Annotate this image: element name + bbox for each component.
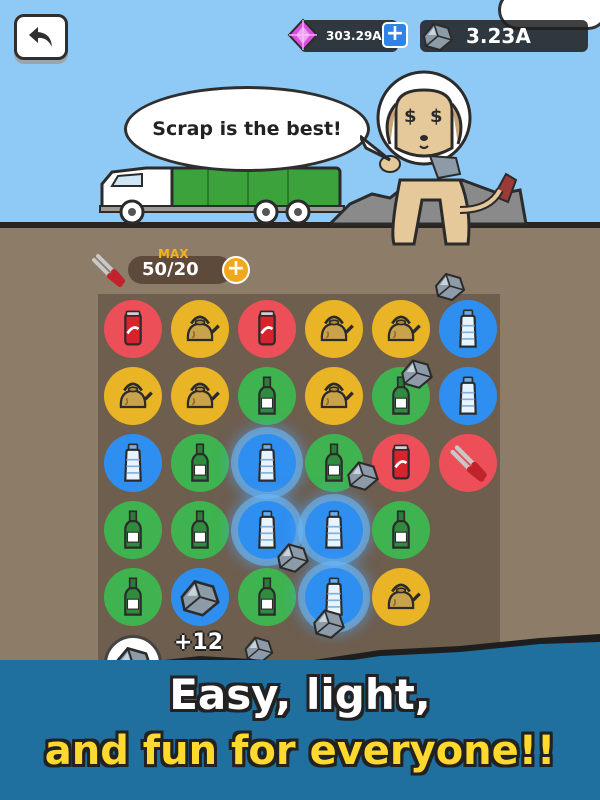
energy-value: 50/20 (142, 259, 199, 280)
tile-water-bottle[interactable] (439, 367, 497, 425)
flying-scrap-icon (342, 454, 384, 496)
kettle-icon (312, 307, 356, 351)
water-bottle-icon (111, 441, 155, 485)
energy-max-label: MAX (158, 247, 189, 261)
green-bottle-icon (178, 508, 222, 552)
speech-bubble: Scrap is the best! (124, 86, 370, 172)
tile-kettle[interactable] (171, 367, 229, 425)
tile-kettle[interactable] (372, 300, 430, 358)
tile-soda-can[interactable] (104, 300, 162, 358)
tongs-icon (88, 250, 128, 290)
tile-scrap-metal[interactable] (171, 568, 229, 626)
water-bottle-icon (312, 508, 356, 552)
svg-text:$: $ (430, 106, 443, 127)
green-bottle-icon (245, 374, 289, 418)
kettle-icon (312, 374, 356, 418)
green-bottle-icon (178, 441, 222, 485)
tile-green-bottle[interactable] (104, 568, 162, 626)
tongs-icon (446, 441, 490, 485)
water-bottle-icon (446, 374, 490, 418)
tile-kettle[interactable] (305, 300, 363, 358)
tile-green-bottle[interactable] (171, 434, 229, 492)
soda-can-icon (245, 307, 289, 351)
tile-water-bottle[interactable] (238, 434, 296, 492)
add-gems-button[interactable]: + (382, 22, 408, 48)
add-energy-button[interactable]: + (222, 256, 250, 284)
tile-kettle[interactable] (104, 367, 162, 425)
kettle-icon (178, 307, 222, 351)
green-bottle-icon (111, 575, 155, 619)
tile-kettle[interactable] (171, 300, 229, 358)
tile-green-bottle[interactable] (372, 501, 430, 559)
tile-water-bottle[interactable] (439, 300, 497, 358)
water-bottle-icon (245, 441, 289, 485)
water-bottle-icon (446, 307, 490, 351)
match-board (98, 294, 500, 693)
tile-green-bottle[interactable] (238, 367, 296, 425)
kettle-icon (379, 307, 423, 351)
tile-green-bottle[interactable] (104, 501, 162, 559)
flying-scrap-icon (272, 536, 314, 578)
promo-headline: Easy, light, (169, 670, 431, 719)
scrap-metal-icon (418, 16, 458, 56)
tile-water-bottle[interactable] (104, 434, 162, 492)
soda-can-icon (111, 307, 155, 351)
tile-tongs[interactable] (439, 434, 497, 492)
promo-subheadline: and fun for everyone!! (44, 728, 556, 774)
green-bottle-icon (245, 575, 289, 619)
green-bottle-icon (111, 508, 155, 552)
gem-icon (287, 18, 319, 52)
kettle-icon (111, 374, 155, 418)
tile-kettle[interactable] (305, 367, 363, 425)
kettle-icon (178, 374, 222, 418)
speech-bubble-text: Scrap is the best! (152, 118, 342, 140)
soda-can-icon (379, 441, 423, 485)
speech-bubble-tail (360, 134, 391, 162)
kettle-icon (379, 575, 423, 619)
svg-text:$: $ (404, 106, 417, 127)
tile-green-bottle[interactable] (171, 501, 229, 559)
flying-scrap-icon (430, 266, 470, 306)
green-bottle-icon (379, 508, 423, 552)
gems-value: 303.29A (326, 29, 382, 43)
back-button[interactable] (14, 14, 68, 60)
back-arrow-icon (29, 27, 52, 47)
flying-scrap-icon (396, 352, 438, 394)
scrap-metal-icon (174, 571, 226, 623)
scrap-value: 3.23A (466, 24, 531, 48)
tile-soda-can[interactable] (238, 300, 296, 358)
tile-kettle[interactable] (372, 568, 430, 626)
